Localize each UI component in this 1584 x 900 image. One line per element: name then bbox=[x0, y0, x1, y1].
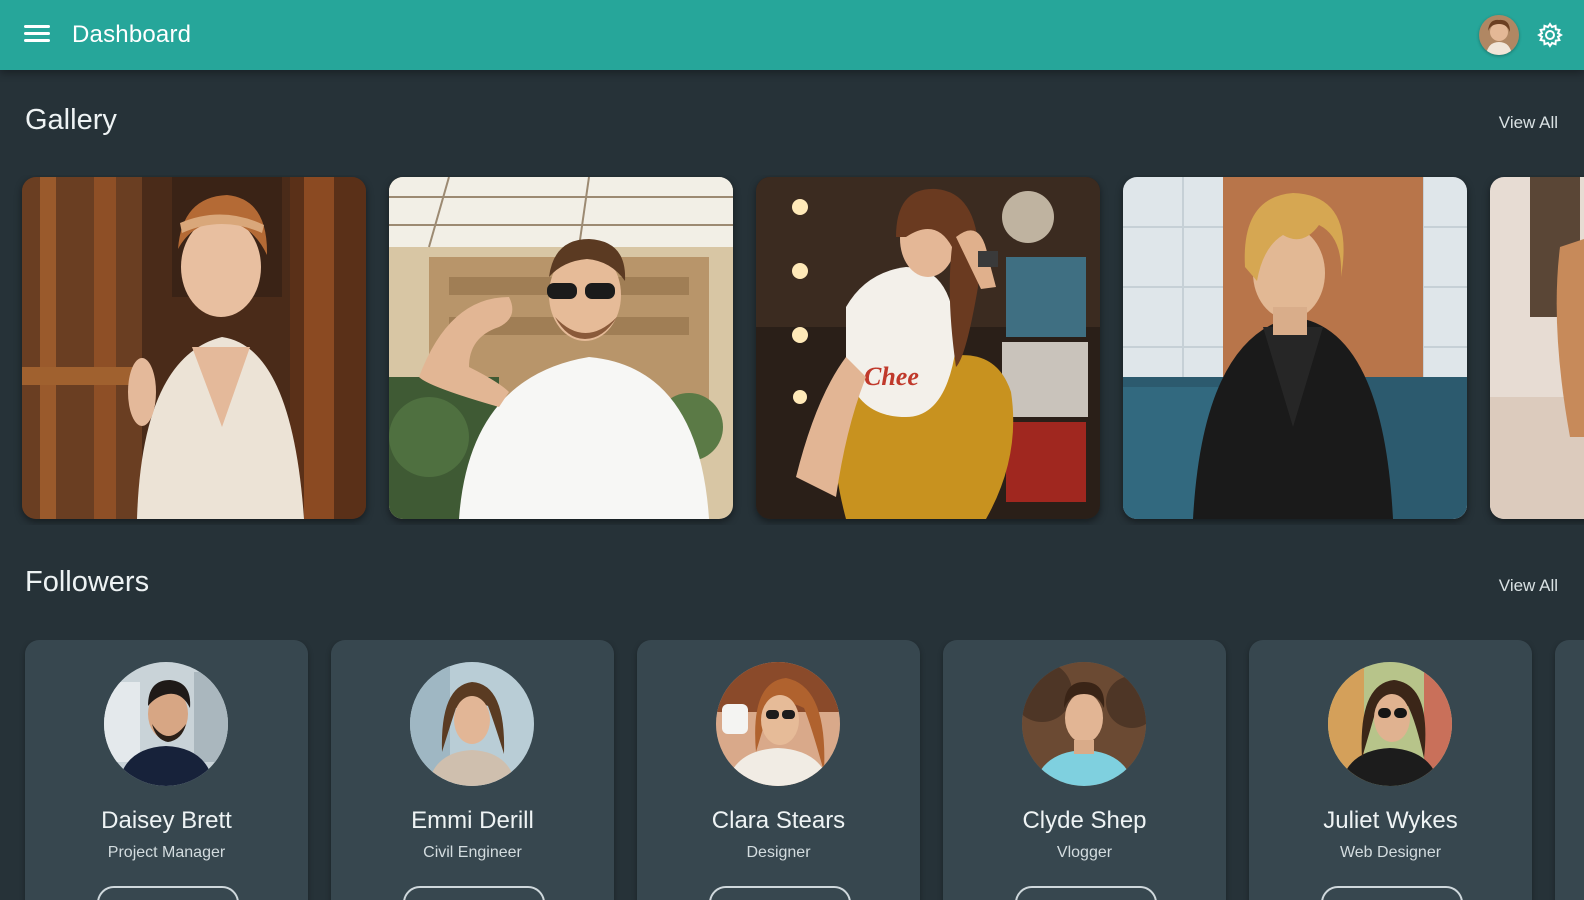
follower-action-button[interactable] bbox=[403, 886, 545, 900]
avatar bbox=[1022, 662, 1146, 786]
followers-view-all-link[interactable]: View All bbox=[1499, 575, 1558, 597]
gallery-photo[interactable] bbox=[22, 177, 366, 519]
follower-action-button[interactable] bbox=[97, 886, 239, 900]
gallery-view-all-link[interactable]: View All bbox=[1499, 112, 1558, 134]
avatar bbox=[716, 662, 840, 786]
avatar bbox=[1328, 662, 1452, 786]
follower-action-button[interactable] bbox=[1321, 886, 1463, 900]
gallery-photo[interactable] bbox=[1490, 177, 1584, 519]
shirt-logo-text: Chee bbox=[864, 362, 919, 391]
follower-name: Daisey Brett bbox=[101, 807, 232, 834]
avatar bbox=[410, 662, 534, 786]
follower-name: Clyde Shep bbox=[1022, 807, 1147, 834]
follower-action-button[interactable] bbox=[1015, 886, 1157, 900]
hamburger-menu-icon[interactable] bbox=[24, 25, 50, 45]
follower-role: Civil Engineer bbox=[423, 844, 522, 861]
gallery-heading: Gallery bbox=[25, 104, 117, 136]
follower-card[interactable]: Clyde Shep Vlogger bbox=[943, 640, 1226, 900]
gallery-photo[interactable] bbox=[389, 177, 733, 519]
follower-card[interactable]: Juliet Wykes Web Designer bbox=[1249, 640, 1532, 900]
app-bar: Dashboard bbox=[0, 0, 1584, 70]
follower-name: Emmi Derill bbox=[411, 807, 534, 834]
follower-role: Designer bbox=[746, 844, 811, 861]
followers-carousel: Daisey Brett Project Manager Emmi Derill… bbox=[0, 640, 1584, 900]
gallery-carousel: Chee bbox=[0, 175, 1584, 525]
follower-role: Web Designer bbox=[1339, 844, 1442, 861]
follower-card[interactable]: Daisey Brett Project Manager bbox=[25, 640, 308, 900]
user-avatar[interactable] bbox=[1479, 15, 1519, 55]
follower-name: Juliet Wykes bbox=[1323, 807, 1458, 834]
follower-card[interactable]: Clara Stears Designer bbox=[637, 640, 920, 900]
follower-role: Project Manager bbox=[107, 844, 226, 861]
followers-heading: Followers bbox=[25, 566, 150, 598]
gear-icon[interactable] bbox=[1537, 22, 1563, 48]
follower-action-button[interactable] bbox=[709, 886, 851, 900]
follower-card[interactable] bbox=[1555, 640, 1584, 900]
follower-name: Clara Stears bbox=[711, 807, 846, 834]
gallery-photo[interactable]: Chee bbox=[756, 177, 1100, 519]
page-title: Dashboard bbox=[72, 21, 192, 48]
follower-card[interactable]: Emmi Derill Civil Engineer bbox=[331, 640, 614, 900]
follower-role: Vlogger bbox=[1056, 844, 1113, 861]
gallery-photo[interactable] bbox=[1123, 177, 1467, 519]
avatar bbox=[104, 662, 228, 786]
